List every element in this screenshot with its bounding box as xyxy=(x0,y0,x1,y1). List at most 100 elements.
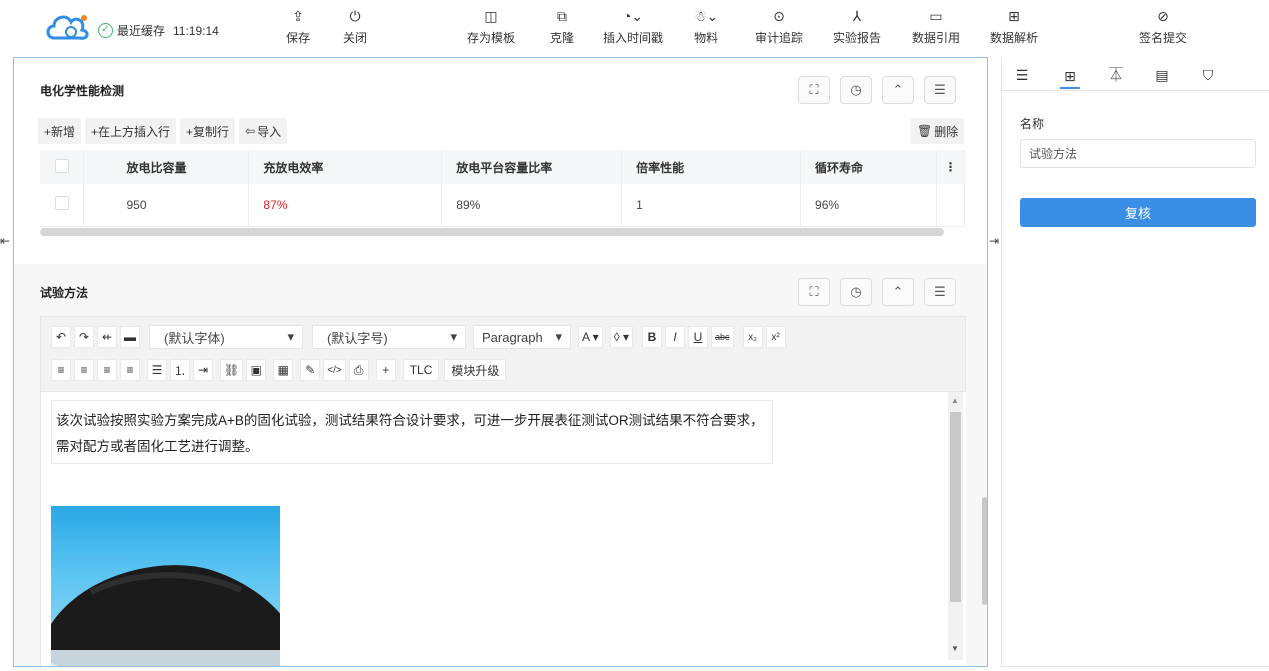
material-label: 物料 xyxy=(694,31,719,45)
font-color-icon[interactable]: A ▾ xyxy=(578,326,603,348)
font-size-select[interactable]: (默认字号) ▾ xyxy=(312,325,466,349)
column-header[interactable]: 倍率性能 xyxy=(621,150,802,184)
shield-icon[interactable]: ⛉ xyxy=(1198,65,1218,85)
image-icon[interactable]: ▣ xyxy=(246,359,267,381)
fullscreen-icon[interactable]: ⛶ xyxy=(798,76,830,104)
editor-content-area[interactable]: 该次试验按照实验方案完成A+B的固化试验，测试结果符合设计要求，可进一步开展表征… xyxy=(40,392,966,666)
save-as-template-button[interactable]: ◫ 存为模板 xyxy=(467,6,515,46)
clear-format-icon[interactable]: ▬ xyxy=(120,326,140,348)
properties-panel: ☰ ⊞ ⏄ ▤ ⛉ 名称 复核 xyxy=(1001,57,1269,667)
collapse-up-icon[interactable]: ⌃ xyxy=(882,76,914,104)
link-icon[interactable]: ⛓ xyxy=(220,359,244,381)
app-logo xyxy=(46,15,89,40)
align-justify-icon[interactable]: ≡ xyxy=(120,359,140,381)
scroll-thumb[interactable] xyxy=(950,412,961,602)
undo-icon[interactable]: ↶ xyxy=(51,326,71,348)
left-collapse-icon[interactable]: ⇤ xyxy=(0,234,10,248)
font-family-select[interactable]: (默认字体) ▾ xyxy=(149,325,303,349)
column-header[interactable]: 充放电效率 xyxy=(248,150,443,184)
clone-button[interactable]: ⧉ 克隆 xyxy=(550,6,574,46)
bullet-list-icon[interactable]: ☰ xyxy=(147,359,167,381)
data-parse-button[interactable]: ⊞ 数据解析 xyxy=(990,6,1038,46)
code-icon[interactable]: </> xyxy=(323,359,346,381)
material-button[interactable]: ☃⌄ 物料 xyxy=(694,6,718,46)
table-icon[interactable]: ▦ xyxy=(273,359,294,381)
review-button[interactable]: 复核 xyxy=(1020,198,1256,227)
eraser-icon[interactable]: ✎ xyxy=(300,359,321,381)
editor-vertical-scrollbar[interactable]: ▲ ▼ xyxy=(948,392,963,660)
table-cell[interactable]: 89% xyxy=(441,184,623,227)
redo-icon[interactable]: ↷ xyxy=(74,326,94,348)
paragraph-select[interactable]: Paragraph ▾ xyxy=(473,325,571,349)
layout-icon[interactable]: ⊞ xyxy=(1060,65,1080,89)
name-input[interactable] xyxy=(1020,139,1256,168)
strikethrough-icon[interactable]: abc xyxy=(711,326,734,348)
sign-submit-button[interactable]: ⊘ 签名提交 xyxy=(1139,6,1187,46)
insert-timestamp-button[interactable]: ◔⌄ 插入时间戳 xyxy=(603,6,663,46)
audit-trail-button[interactable]: ⊙ 审计追踪 xyxy=(755,6,803,46)
align-center-icon[interactable]: ≡ xyxy=(74,359,94,381)
copy-row-button[interactable]: +复制行 xyxy=(180,118,236,144)
table-horizontal-scrollbar[interactable] xyxy=(40,228,944,236)
history-icon[interactable]: ◷ xyxy=(840,278,872,306)
column-menu-icon[interactable]: ⋮ xyxy=(936,150,966,184)
column-header[interactable]: 放电平台容量比率 xyxy=(441,150,623,184)
table-cell-highlight[interactable]: 87% xyxy=(248,184,443,227)
table-cell[interactable]: 96% xyxy=(800,184,937,227)
template-icon: ◫ xyxy=(484,7,498,24)
data-ref-label: 数据引用 xyxy=(912,31,961,45)
module-upgrade-button[interactable]: 模块升级 xyxy=(444,359,507,381)
delete-button[interactable]: 🗑 删除 xyxy=(911,118,965,144)
right-collapse-icon[interactable]: ⇥ xyxy=(989,234,999,248)
scroll-up-icon[interactable]: ▲ xyxy=(951,396,959,405)
italic-icon[interactable]: I xyxy=(665,326,685,348)
table-row: 950 87% 89% 1 96% xyxy=(40,184,966,227)
collapse-up-icon[interactable]: ⌃ xyxy=(882,278,914,306)
save-icon: ⇪ xyxy=(292,7,304,24)
save-button[interactable]: ⇪ 保存 xyxy=(286,6,310,46)
plus-icon[interactable]: + xyxy=(375,359,396,381)
name-label: 名称 xyxy=(1020,117,1045,131)
history-icon[interactable]: ◷ xyxy=(840,76,872,104)
table-cell[interactable]: 950 xyxy=(83,184,250,227)
comment-icon[interactable]: ☰ xyxy=(924,76,956,104)
sign-icon: ⊘ xyxy=(1157,7,1169,24)
report-label: 实验报告 xyxy=(833,31,882,45)
close-button[interactable]: ⏻ 关闭 xyxy=(343,6,367,46)
superscript-icon[interactable]: x² xyxy=(765,326,786,348)
comment-icon[interactable]: ☰ xyxy=(924,278,956,306)
row-checkbox[interactable] xyxy=(55,196,69,211)
subscript-icon[interactable]: x₂ xyxy=(742,326,763,348)
highlight-color-icon[interactable]: ◊ ▾ xyxy=(609,326,633,348)
indent-icon[interactable]: ⇥ xyxy=(193,359,214,381)
list-icon[interactable]: ☰ xyxy=(1012,65,1032,85)
underline-icon[interactable]: U xyxy=(688,326,708,348)
column-header[interactable]: 循环寿命 xyxy=(800,150,937,184)
experiment-report-button[interactable]: ⅄ 实验报告 xyxy=(833,6,881,46)
insert-above-button[interactable]: +在上方插入行 xyxy=(85,118,177,144)
column-header[interactable]: 放电比容量 xyxy=(83,150,250,184)
clone-icon: ⧉ xyxy=(557,7,567,24)
numbered-list-icon[interactable]: ⒈ xyxy=(170,359,191,381)
select-all-checkbox[interactable] xyxy=(55,158,69,173)
scroll-down-icon[interactable]: ▼ xyxy=(951,644,959,653)
data-ref-icon: ▭ xyxy=(929,7,943,24)
table-cell[interactable]: 1 xyxy=(621,184,802,227)
page-scrollbar-thumb[interactable] xyxy=(982,497,987,605)
import-button[interactable]: ⇦ 导入 xyxy=(239,118,288,144)
cache-status: ✓ 最近缓存 11:19:14 xyxy=(98,22,219,39)
method-paragraph[interactable]: 该次试验按照实验方案完成A+B的固化试验，测试结果符合设计要求，可进一步开展表征… xyxy=(51,400,773,464)
bold-icon[interactable]: B xyxy=(642,326,662,348)
fullscreen-icon[interactable]: ⛶ xyxy=(798,278,830,306)
flask-icon[interactable]: ⏄ xyxy=(1106,65,1126,85)
table-toolbar: +新增 +在上方插入行 +复制行 ⇦ 导入 xyxy=(38,118,288,144)
format-painter-icon[interactable]: ⇷ xyxy=(97,326,117,348)
add-row-button[interactable]: +新增 xyxy=(38,118,82,144)
caret-down-icon: ▾ xyxy=(555,329,562,344)
align-right-icon[interactable]: ≡ xyxy=(97,359,117,381)
print-icon[interactable]: ⎙ xyxy=(348,359,369,381)
align-left-icon[interactable]: ≡ xyxy=(51,359,71,381)
data-reference-button[interactable]: ▭ 数据引用 xyxy=(912,6,960,46)
tlc-button[interactable]: TLC xyxy=(402,359,440,381)
note-icon[interactable]: ▤ xyxy=(1152,65,1172,85)
